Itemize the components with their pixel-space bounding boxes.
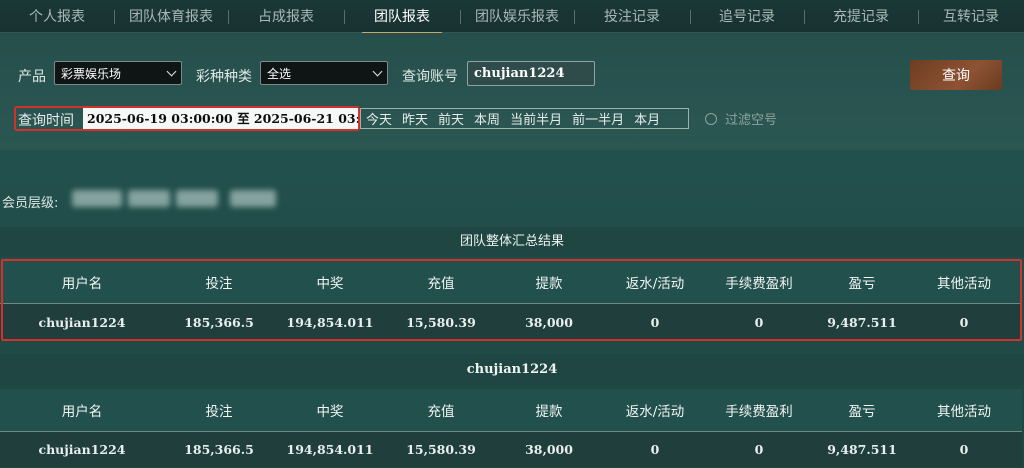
- member-level-row: 会员层级:: [0, 150, 1024, 226]
- radio-icon[interactable]: [705, 112, 717, 125]
- quick-range-this-week[interactable]: 本周: [469, 109, 505, 128]
- win-cell: 194,854.011: [286, 315, 374, 330]
- win-cell: 194,854.011: [286, 442, 374, 457]
- column-header: 返水/活动: [625, 276, 685, 292]
- rebate-cell: 0: [650, 442, 660, 457]
- profit-loss-cell: 9,487.511: [827, 442, 897, 457]
- filter-panel: 产品 彩票娱乐场 彩种种类 全选 查询账号 chujian1224 查询 查询时…: [0, 33, 1024, 150]
- column-header: 中奖: [316, 276, 344, 292]
- column-header: 投注: [205, 404, 233, 420]
- product-label: 产品: [18, 69, 46, 85]
- lottery-type-label: 彩种种类: [196, 69, 252, 85]
- column-header: 充值: [427, 276, 455, 292]
- tab-chase-records[interactable]: 追号记录: [690, 0, 804, 33]
- quick-range-today[interactable]: 今天: [361, 109, 397, 128]
- column-header: 提款: [535, 276, 563, 292]
- product-select[interactable]: 彩票娱乐场: [54, 61, 182, 85]
- profit-loss-cell: 9,487.511: [827, 315, 897, 330]
- withdraw-cell: 38,000: [525, 442, 573, 457]
- account-input[interactable]: chujian1224: [467, 61, 595, 86]
- chevron-down-icon: [166, 66, 177, 76]
- quick-range-group: 今天 昨天 前天 本周 当前半月 前一半月 本月: [360, 108, 689, 129]
- other-activity-cell: 0: [959, 442, 969, 457]
- column-header: 用户名: [61, 404, 103, 420]
- tab-deposit-withdraw-records[interactable]: 充提记录: [804, 0, 918, 33]
- rebate-cell: 0: [650, 315, 660, 330]
- quick-range-day-before[interactable]: 前天: [433, 109, 469, 128]
- bet-cell: 185,366.5: [184, 442, 254, 457]
- lottery-type-select-value: 全选: [267, 66, 292, 81]
- column-header: 用户名: [61, 276, 103, 292]
- fee-profit-cell: 0: [754, 315, 764, 330]
- quick-range-previous-half-month[interactable]: 前一半月: [567, 109, 629, 128]
- column-header: 盈亏: [848, 276, 876, 292]
- column-header: 中奖: [316, 404, 344, 420]
- column-header: 返水/活动: [625, 404, 685, 420]
- member-level-label: 会员层级:: [2, 196, 59, 211]
- tab-team-entertainment-report[interactable]: 团队娱乐报表: [460, 0, 574, 33]
- tab-share-report[interactable]: 占成报表: [228, 0, 344, 33]
- table-header-row: 用户名 投注 中奖 充值 提款 返水/活动 手续费盈利 盈亏 其他活动: [0, 389, 1022, 431]
- fee-profit-cell: 0: [754, 442, 764, 457]
- other-activity-cell: 0: [959, 315, 969, 330]
- column-header: 手续费盈利: [725, 276, 793, 292]
- tab-personal-report[interactable]: 个人报表: [0, 0, 114, 33]
- tab-team-sports-report[interactable]: 团队体育报表: [114, 0, 228, 33]
- column-header: 投注: [205, 276, 233, 292]
- table-row: chujian1224 185,366.5 194,854.011 15,580…: [0, 431, 1022, 467]
- username-cell: chujian1224: [38, 442, 126, 457]
- lottery-type-select[interactable]: 全选: [260, 61, 388, 85]
- quick-range-current-half-month[interactable]: 当前半月: [505, 109, 567, 128]
- query-time-label: 查询时间: [18, 113, 74, 129]
- filter-empty-option[interactable]: 过滤空号: [705, 109, 777, 128]
- redacted-level-chip: [176, 190, 218, 207]
- query-button[interactable]: 查询: [910, 60, 1002, 90]
- table-header-row: 用户名 投注 中奖 充值 提款 返水/活动 手续费盈利 盈亏 其他活动: [0, 261, 1022, 303]
- report-tab-bar: 个人报表 团队体育报表 占成报表 团队报表 团队娱乐报表 投注记录 追号记录 充…: [0, 0, 1024, 34]
- redacted-level-chip: [128, 190, 170, 207]
- bet-cell: 185,366.5: [184, 315, 254, 330]
- quick-range-yesterday[interactable]: 昨天: [397, 109, 433, 128]
- username-cell: chujian1224: [38, 315, 126, 330]
- column-header: 提款: [535, 404, 563, 420]
- product-select-value: 彩票娱乐场: [61, 66, 122, 81]
- query-time-input[interactable]: 2025-06-19 03:00:00 至 2025-06-21 03:00:0…: [83, 108, 358, 129]
- column-header: 充值: [427, 404, 455, 420]
- chevron-down-icon: [372, 66, 383, 76]
- column-header: 手续费盈利: [725, 404, 793, 420]
- filter-empty-label: 过滤空号: [725, 113, 778, 128]
- tab-team-report[interactable]: 团队报表: [344, 0, 460, 34]
- account-label: 查询账号: [402, 69, 458, 85]
- column-header: 其他活动: [937, 404, 991, 420]
- column-header: 盈亏: [848, 404, 876, 420]
- deposit-cell: 15,580.39: [406, 442, 476, 457]
- column-header: 其他活动: [937, 276, 991, 292]
- summary-table: 用户名 投注 中奖 充值 提款 返水/活动 手续费盈利 盈亏 其他活动 chuj…: [0, 261, 1024, 341]
- tab-transfer-records[interactable]: 互转记录: [918, 0, 1024, 33]
- tab-bet-records[interactable]: 投注记录: [574, 0, 690, 33]
- deposit-cell: 15,580.39: [406, 315, 476, 330]
- table-row: chujian1224 185,366.5 194,854.011 15,580…: [0, 303, 1022, 341]
- redacted-level-chip: [72, 190, 122, 207]
- user-table: 用户名 投注 中奖 充值 提款 返水/活动 手续费盈利 盈亏 其他活动 chuj…: [0, 389, 1024, 467]
- user-section-title: chujian1224: [0, 355, 1024, 385]
- summary-title: 团队整体汇总结果: [0, 227, 1024, 257]
- withdraw-cell: 38,000: [525, 315, 573, 330]
- quick-range-this-month[interactable]: 本月: [629, 109, 665, 128]
- redacted-level-chip: [230, 190, 276, 207]
